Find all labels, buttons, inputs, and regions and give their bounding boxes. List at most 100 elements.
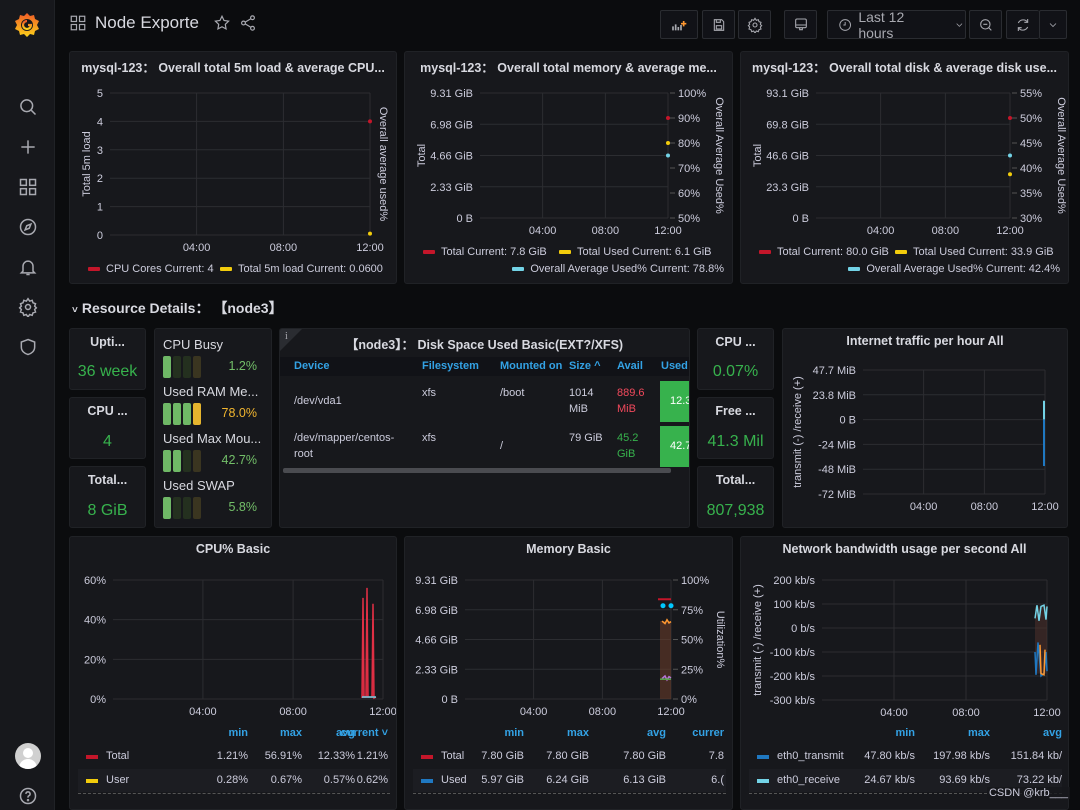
stat-uptime[interactable]: Upti... 36 week [69, 328, 146, 390]
tv-mode-button[interactable] [784, 10, 817, 39]
y2-tick-label: 75% [681, 605, 703, 617]
legend-item[interactable]: Total Current: 7.8 GiB [423, 246, 547, 258]
plus-icon[interactable] [15, 134, 41, 160]
legend-column-header[interactable]: min [228, 727, 248, 739]
gauge-segment [193, 356, 201, 378]
cpu-basic-panel[interactable]: CPU% Basic 60% 40% 20% 0% 04:00 08:00 12:00 mi… [69, 536, 397, 810]
stat-cpu-iowait[interactable]: CPU ... 0.07% [697, 328, 774, 390]
horizontal-scrollbar[interactable] [283, 468, 671, 473]
grafana-logo[interactable] [12, 10, 42, 40]
legend-item[interactable]: Total Used Current: 6.1 GiB [559, 246, 712, 258]
gauge-label: Used RAM Me... [163, 384, 259, 399]
add-panel-button[interactable] [660, 10, 698, 39]
legend-label: Overall Average Used% Current: 42.4% [866, 263, 1060, 275]
dashboard-settings-button[interactable] [738, 10, 771, 39]
legend-row[interactable]: Total 7.80 GiB 7.80 GiB 7.80 GiB 7.8 [413, 745, 726, 768]
dashboards-grid-icon[interactable] [15, 174, 41, 200]
x-tick-label: 04:00 [529, 225, 557, 237]
dashboard-navbar: Node Exporte Last 12 hours [55, 0, 1080, 48]
bar-gauge-panel[interactable]: CPU Busy 1.2% Used RAM Me... 78.0% Used Max … [154, 328, 272, 528]
stat-total-ram[interactable]: Total... 8 GiB [69, 466, 146, 528]
legend-column-header[interactable]: currer [692, 727, 724, 739]
stat-value: 36 week [77, 363, 138, 380]
star-icon[interactable] [213, 14, 231, 32]
bell-icon[interactable] [15, 254, 41, 280]
legend-row[interactable]: eth0_transmit 47.80 kb/s 197.98 kb/s 151.84… [749, 745, 1062, 768]
series-total-line [361, 587, 377, 700]
shield-icon[interactable] [15, 334, 41, 360]
x-tick-label: 08:00 [589, 706, 617, 718]
legend-item[interactable]: Total Current: 80.0 GiB [759, 246, 889, 258]
legend-column-header[interactable]: avg [647, 727, 666, 739]
table-row[interactable]: /dev/vda1 xfs/boot 1014 MiB 889.6 MiB 12.3 [280, 379, 689, 423]
legend-column-header[interactable]: max [567, 727, 589, 739]
column-header[interactable]: Avail [617, 360, 643, 372]
legend-item[interactable]: CPU Cores Current: 4 [88, 263, 214, 275]
column-header[interactable]: Used [661, 360, 688, 372]
compass-icon[interactable] [15, 214, 41, 240]
panel-memory-total[interactable]: mysql-123： Overall total memory & averag… [404, 51, 733, 284]
zoom-out-button[interactable] [969, 10, 1002, 39]
cell-filesystem: xfs [422, 387, 437, 399]
legend-label: CPU Cores Current: 4 [106, 263, 214, 275]
network-bandwidth-panel[interactable]: Network bandwidth usage per second All 2… [740, 536, 1069, 810]
legend-label: Total Current: 7.8 GiB [441, 246, 547, 258]
y-tick-label: 9.31 GiB [430, 88, 473, 100]
legend-row[interactable]: Used 5.97 GiB 6.24 GiB 6.13 GiB 6.( [413, 769, 726, 792]
add-panel-icon [672, 20, 687, 30]
disk-space-table-panel[interactable]: i 【node3】： Disk Space Used Basic(EXT?/XF… [279, 328, 690, 528]
column-header[interactable]: Mounted on [500, 360, 562, 372]
column-header[interactable]: Size ^ [569, 360, 601, 372]
chevron-down-icon: ˅ [72, 305, 78, 316]
legend-swatch [220, 267, 232, 271]
legend-item[interactable]: Overall Average Used% Current: 42.4% [848, 263, 1060, 275]
x-tick-label: 12:00 [356, 242, 384, 254]
legend-item[interactable]: Overall Average Used% Current: 78.8% [512, 263, 724, 275]
gear-icon[interactable] [15, 294, 41, 320]
share-icon[interactable] [239, 14, 257, 32]
gauge-segment [163, 403, 171, 425]
memory-basic-panel[interactable]: Memory Basic 9.31 GiB 6.98 GiB 4.66 GiB 2.3… [404, 536, 733, 810]
column-header[interactable]: Device [294, 360, 329, 372]
stat-total-file-descriptors[interactable]: Total... 807,938 [697, 466, 774, 528]
legend-column-header[interactable]: min [895, 727, 915, 739]
network-bandwidth-chart: 200 kb/s 100 kb/s 0 b/s -100 kb/s -200 kb/s -… [752, 575, 1061, 719]
legend-swatch [88, 267, 100, 271]
legend-column-header[interactable]: current ˅ [341, 727, 388, 739]
time-range-picker[interactable]: Last 12 hours [827, 9, 966, 41]
legend-swatch [848, 267, 861, 271]
legend-column-header[interactable]: min [504, 727, 524, 739]
series-point [666, 116, 670, 120]
stat-free-inodes[interactable]: Free ... 41.3 Mil [697, 397, 774, 459]
legend-value: 5.97 GiB [481, 774, 524, 786]
save-dashboard-button[interactable] [702, 10, 735, 39]
help-icon[interactable] [15, 783, 41, 809]
series-util-point [668, 603, 674, 609]
legend-value: 0.62% [356, 774, 388, 786]
search-icon[interactable] [15, 94, 41, 120]
legend-column-header[interactable]: max [280, 727, 302, 739]
legend-value: 0.28% [216, 774, 248, 786]
gauge-segment [173, 497, 181, 519]
legend-item[interactable]: Total Used Current: 33.9 GiB [895, 246, 1054, 258]
column-header[interactable]: Filesystem [422, 360, 479, 372]
legend-column-header[interactable]: avg [1043, 727, 1062, 739]
legend-row[interactable]: User 0.28% 0.67% 0.57% 0.62% [78, 769, 390, 792]
row-header-resource-details[interactable]: ˅ Resource Details： 【node3】 [72, 298, 283, 318]
dashboard-title[interactable]: Node Exporte [95, 13, 199, 33]
series-point [1008, 116, 1012, 120]
stat-title: CPU ... [715, 335, 756, 349]
y2-tick-label: 55% [1020, 88, 1042, 100]
panel-load-cpu[interactable]: mysql-123： Overall total 5m load & avera… [69, 51, 397, 284]
refresh-button[interactable] [1006, 10, 1039, 39]
legend-item[interactable]: Total 5m load Current: 0.0600 [220, 263, 383, 275]
legend-row[interactable]: Total 1.21% 56.91% 12.33% 1.21% [78, 745, 390, 768]
avatar[interactable] [15, 743, 41, 769]
refresh-interval-dropdown[interactable] [1039, 10, 1067, 39]
x-tick-label: 12:00 [1033, 707, 1061, 719]
internet-traffic-panel[interactable]: Internet traffic per hour All 47.7 MiB 23… [782, 328, 1068, 528]
table-row[interactable]: /dev/mapper/centos-root xfs / 79 GiB 45.2 Gi… [280, 424, 689, 468]
panel-disk-total[interactable]: mysql-123： Overall total disk & average … [740, 51, 1069, 284]
stat-cpu-cores[interactable]: CPU ... 4 [69, 397, 146, 459]
legend-column-header[interactable]: max [968, 727, 990, 739]
